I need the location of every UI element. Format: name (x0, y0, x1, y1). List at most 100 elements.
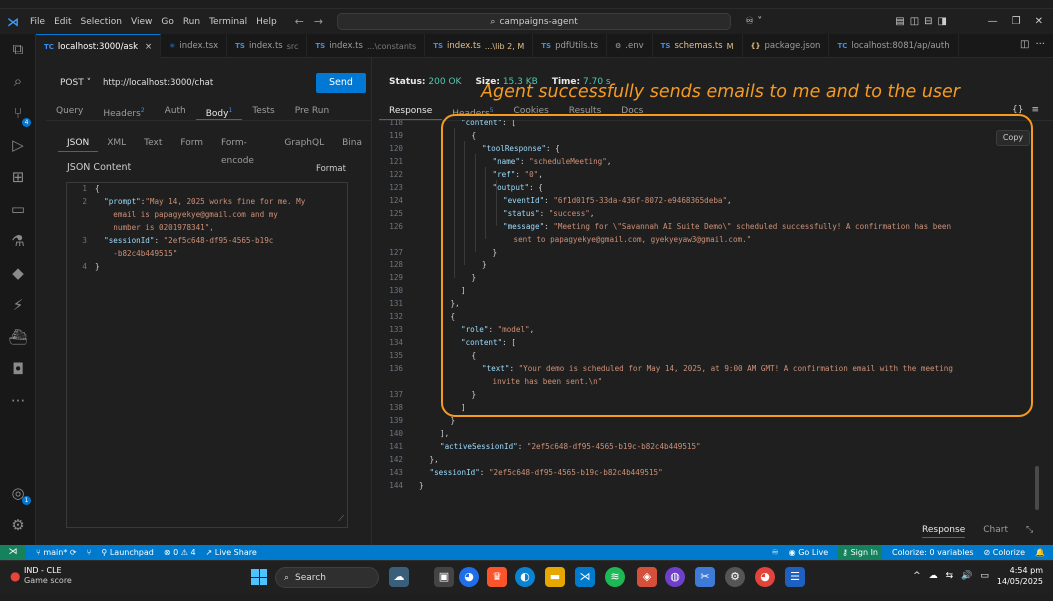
github-app-icon[interactable]: ◍ (665, 567, 685, 587)
restore-icon[interactable]: ❐ (1012, 16, 1021, 27)
tab-pre-run[interactable]: Pre Run (285, 102, 339, 120)
chrome-app-icon[interactable]: ◕ (459, 567, 479, 587)
task-view-icon[interactable]: ▣ (434, 567, 454, 587)
vscode-app-icon[interactable]: ⋊ (575, 567, 595, 587)
menu-icon[interactable]: ≡ (1031, 105, 1039, 115)
body-type-form[interactable]: Form (171, 134, 212, 152)
tab-body[interactable]: Body1 (195, 102, 243, 120)
branch-indicator[interactable]: ⑂ main* ⟳ (36, 548, 77, 557)
tab-localhost-3000-ask[interactable]: TC localhost:3000/ask × (36, 34, 162, 58)
menu-file[interactable]: File (30, 17, 45, 27)
menu-run[interactable]: Run (183, 17, 200, 27)
volume-icon[interactable]: 🔊 (961, 571, 972, 581)
forward-arrow-icon[interactable]: → (314, 15, 323, 28)
resize-grip-icon[interactable]: ⟋ (338, 512, 344, 525)
menu-selection[interactable]: Selection (81, 17, 122, 27)
menu-terminal[interactable]: Terminal (209, 17, 247, 27)
split-editor-icon[interactable]: ◫ (1020, 39, 1029, 50)
cloud-sync-icon[interactable]: ☁ (929, 571, 938, 581)
menu-help[interactable]: Help (256, 17, 277, 27)
menu-go[interactable]: Go (161, 17, 173, 27)
run-debug-icon[interactable]: ▷ (0, 136, 36, 154)
taskbar-clock[interactable]: 4:54 pm 14/05/2025 (997, 565, 1043, 587)
copilot-status-icon[interactable]: ♾ (771, 548, 778, 557)
minimize-icon[interactable]: — (988, 16, 998, 27)
brave-app-icon[interactable]: ♛ (487, 567, 507, 587)
settings-app-icon[interactable]: ⚙ (725, 567, 745, 587)
spotify-app-icon[interactable]: ≋ (605, 567, 625, 587)
weather-widget[interactable]: IND - CLE Game score (24, 566, 72, 586)
game-app-icon[interactable]: ◈ (637, 567, 657, 587)
tab-cookies[interactable]: Cookies (504, 102, 559, 120)
sign-in-item[interactable]: ⚷ Sign In (838, 545, 882, 560)
launchpad-item[interactable]: ⚲ Launchpad (101, 548, 153, 557)
tab-headers[interactable]: Headers2 (93, 102, 154, 120)
docker-icon[interactable]: ⛴ (0, 328, 36, 346)
explorer-icon[interactable]: ⧉ (0, 40, 36, 58)
widgets-app-icon[interactable]: ☁ (389, 567, 409, 587)
tab-response[interactable]: Response (379, 102, 443, 120)
remote-explorer-icon[interactable]: ▭ (0, 200, 36, 218)
close-window-icon[interactable]: ✕ (1035, 16, 1043, 27)
tab-index-ts-src[interactable]: TS index.ts src (227, 34, 308, 58)
thunder-client-icon[interactable]: ⚡ (0, 296, 36, 314)
graph-icon[interactable]: ⑂ (87, 548, 92, 557)
colorize-variables-item[interactable]: Colorize: 0 variables (892, 548, 974, 557)
view-tab-chart[interactable]: Chart (983, 525, 1008, 538)
format-button[interactable]: Format (316, 164, 346, 174)
file-explorer-icon[interactable]: ▬ (545, 567, 565, 587)
more-actions-icon[interactable]: ··· (1035, 39, 1045, 50)
tab-auth[interactable]: Auth (155, 102, 196, 120)
menu-view[interactable]: View (131, 17, 152, 27)
tab-results[interactable]: Results (559, 102, 612, 120)
body-type-text[interactable]: Text (135, 134, 171, 152)
more-views-icon[interactable]: ··· (0, 392, 36, 410)
tab-schemas-ts[interactable]: TS schemas.ts M (653, 34, 743, 58)
chevron-up-icon[interactable]: ^ (913, 571, 921, 581)
tab-response-headers[interactable]: Headers5 (442, 102, 503, 120)
testing-icon[interactable]: ⚗ (0, 232, 36, 250)
toggle-panel-icon[interactable]: ⊟ (924, 16, 932, 27)
mongodb-leaf-icon[interactable]: ◆ (0, 264, 36, 282)
tab-localhost-8081-auth[interactable]: TC localhost:8081/ap/auth (829, 34, 959, 58)
close-icon[interactable]: × (145, 42, 152, 52)
start-button-windows-icon[interactable] (251, 569, 267, 585)
notifications-icon[interactable]: 🔔 (1035, 548, 1045, 557)
customize-layout-icon[interactable]: ▤ (895, 16, 904, 27)
view-tab-response[interactable]: Response (922, 525, 966, 538)
back-arrow-icon[interactable]: ← (295, 15, 304, 28)
tab-tests[interactable]: Tests (242, 102, 284, 120)
settings-gear-icon[interactable]: ⚙ (0, 516, 36, 534)
response-json-viewer[interactable]: 118 "content": [119{120 "toolResponse": {1… (373, 120, 1053, 510)
extensions-icon[interactable]: ⊞ (0, 168, 36, 186)
body-type-binary[interactable]: Bina (333, 134, 371, 152)
send-button[interactable]: Send (316, 73, 366, 93)
body-type-form-encode[interactable]: Form-encode (212, 134, 275, 166)
tab-package-json[interactable]: {} package.json (743, 34, 830, 58)
edge-app-icon[interactable]: ◐ (515, 567, 535, 587)
method-select[interactable]: POST ˅ (53, 78, 99, 88)
go-live-item[interactable]: ◉ Go Live (789, 548, 829, 557)
url-input[interactable]: http://localhost:3000/chat (99, 73, 316, 93)
notepad-app-icon[interactable]: ☰ (785, 567, 805, 587)
toggle-secondary-sidebar-icon[interactable]: ◨ (938, 16, 947, 27)
tab-pdfutils-ts[interactable]: TS pdfUtils.ts (533, 34, 608, 58)
command-center[interactable]: ⌕ campaigns-agent (337, 13, 732, 30)
expand-icon[interactable]: ⤡ (1026, 525, 1033, 538)
body-type-graphql[interactable]: GraphQL (275, 134, 333, 152)
network-icon[interactable]: ⇆ (946, 571, 954, 581)
live-share-item[interactable]: ↗ Live Share (206, 548, 257, 557)
copy-button[interactable]: Copy (996, 130, 1030, 146)
body-type-xml[interactable]: XML (98, 134, 135, 152)
search-icon[interactable]: ⌕ (0, 72, 36, 90)
body-type-json[interactable]: JSON (58, 134, 99, 152)
tab-docs[interactable]: Docs (611, 102, 653, 120)
menu-edit[interactable]: Edit (54, 17, 71, 27)
problems-indicator[interactable]: ⊗ 0 ⚠ 4 (164, 548, 196, 557)
battery-icon[interactable]: ▭ (980, 571, 989, 581)
tab-env[interactable]: ⚙ .env (607, 34, 653, 58)
remote-indicator-icon[interactable]: ⋊ (0, 545, 26, 560)
tab-index-ts-lib[interactable]: TS index.ts ...\lib 2, M (425, 34, 534, 58)
response-scrollbar[interactable] (1035, 466, 1039, 510)
filter-icon[interactable]: {} (1012, 105, 1023, 115)
